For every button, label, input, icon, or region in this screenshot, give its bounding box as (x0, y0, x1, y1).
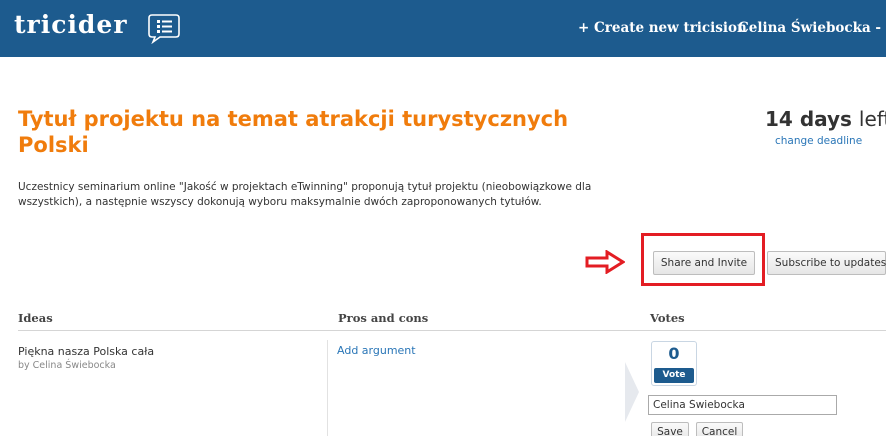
vote-button[interactable]: Vote (654, 368, 694, 383)
pointer-triangle-icon (625, 362, 639, 422)
days-left-counter: 14 days left (765, 107, 886, 131)
share-invite-button[interactable]: Share and Invite (653, 251, 755, 275)
vote-count: 0 (668, 344, 680, 363)
subscribe-button[interactable]: Subscribe to updates (767, 251, 886, 275)
header-divider (18, 330, 886, 331)
user-menu[interactable]: Celina Świebocka - (738, 20, 881, 36)
page-title: Tytuł projektu na temat atrakcji turysty… (18, 107, 569, 157)
column-header-ideas: Ideas (18, 311, 53, 325)
days-number: 14 (765, 107, 793, 131)
idea-title: Piękna nasza Polska cała (18, 345, 155, 358)
create-tricision-link[interactable]: + Create new tricision (578, 20, 747, 36)
change-deadline-link[interactable]: change deadline (775, 135, 862, 147)
description: Uczestnicy seminarium online "Jakość w p… (18, 181, 592, 208)
column-header-votes: Votes (650, 311, 685, 325)
vote-widget[interactable]: 0 Vote (651, 341, 697, 386)
logo[interactable]: tricider (14, 10, 128, 39)
add-argument-link[interactable]: Add argument (337, 344, 416, 357)
top-bar: tricider + Create new tricision Celina Ś… (0, 0, 886, 57)
days-unit: days (799, 107, 852, 131)
arrow-right-icon (585, 250, 625, 274)
cancel-button[interactable]: Cancel (696, 422, 743, 436)
idea-author: by Celina Świebocka (18, 360, 116, 371)
save-button[interactable]: Save (651, 422, 689, 436)
days-left-label: left (858, 107, 886, 131)
voter-name-input[interactable] (648, 395, 837, 415)
column-header-pros-cons: Pros and cons (338, 311, 429, 325)
column-divider (327, 340, 328, 436)
speech-bubble-list-icon (148, 14, 180, 44)
